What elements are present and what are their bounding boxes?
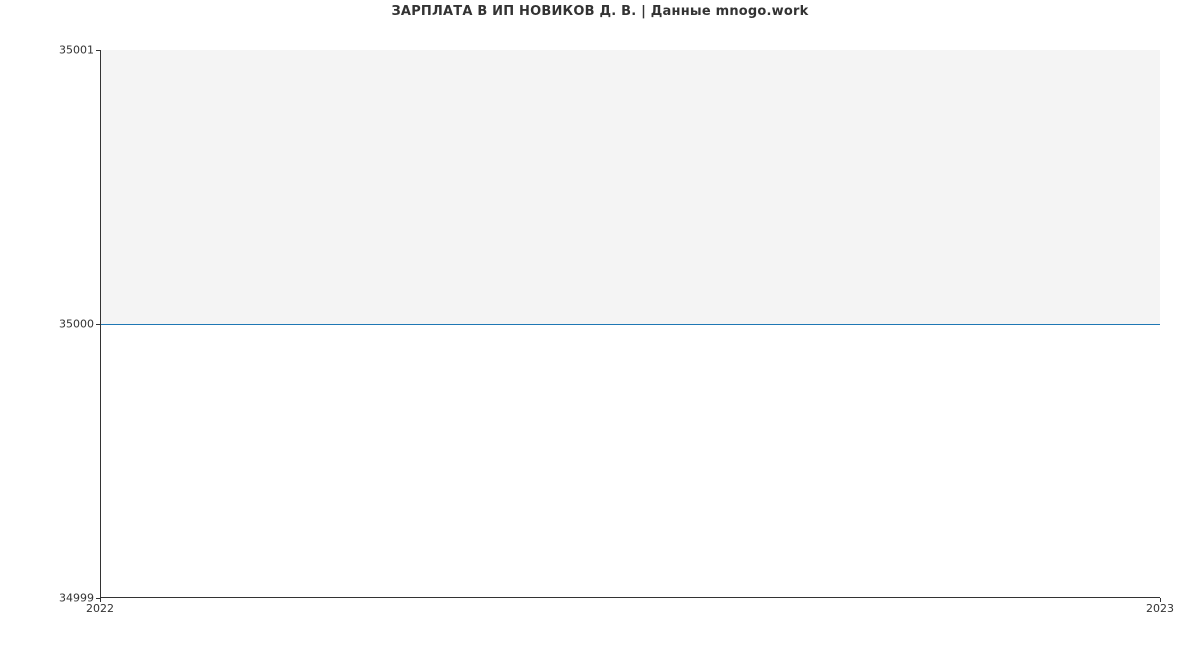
grid-band — [100, 50, 1160, 324]
y-tick-label: 35001 — [4, 44, 94, 57]
y-tick-label: 35000 — [4, 318, 94, 331]
y-tick-mark — [96, 324, 100, 325]
y-axis-spine — [100, 50, 101, 598]
y-tick-mark — [96, 50, 100, 51]
series-line — [100, 324, 1160, 325]
x-tick-label: 2022 — [86, 602, 114, 615]
plot-area — [100, 50, 1160, 598]
y-tick-label: 34999 — [4, 592, 94, 605]
chart-title: ЗАРПЛАТА В ИП НОВИКОВ Д. В. | Данные mno… — [0, 4, 1200, 19]
x-axis-spine — [100, 597, 1160, 598]
chart-container: ЗАРПЛАТА В ИП НОВИКОВ Д. В. | Данные mno… — [0, 0, 1200, 650]
x-tick-label: 2023 — [1146, 602, 1174, 615]
